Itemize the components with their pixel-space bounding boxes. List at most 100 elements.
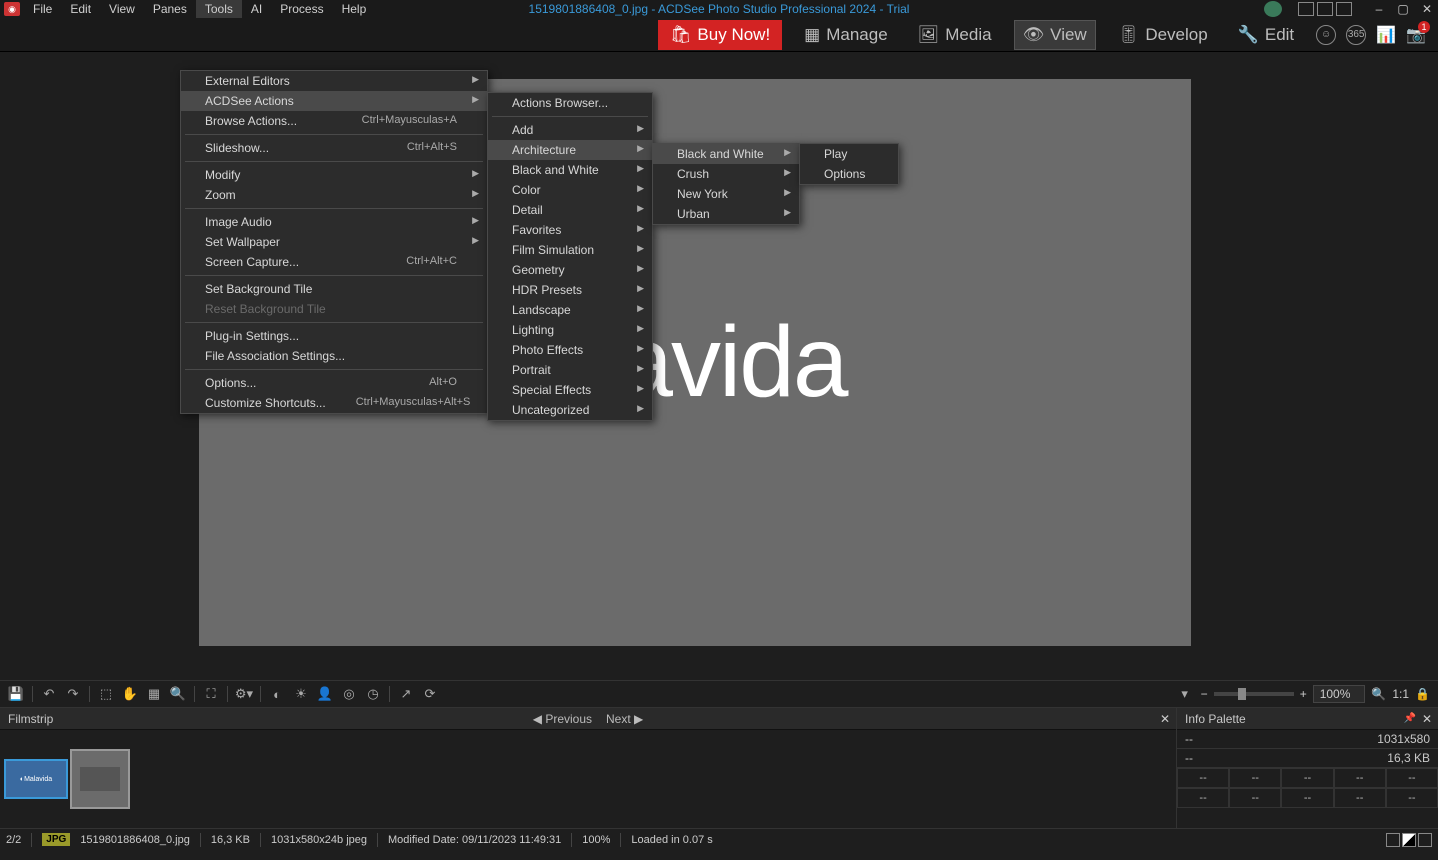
actions-menu-item-6[interactable]: Detail▶: [488, 200, 652, 220]
zoom-11-icon[interactable]: 1:1: [1392, 687, 1409, 701]
hand-icon[interactable]: ✋: [122, 686, 138, 702]
menu-view[interactable]: View: [100, 0, 144, 18]
actions-menu-item-12[interactable]: Lighting▶: [488, 320, 652, 340]
actions-menu-item-16[interactable]: Uncategorized▶: [488, 400, 652, 420]
next-button[interactable]: Next ▶: [606, 712, 643, 726]
365-icon[interactable]: 365: [1346, 25, 1366, 45]
status-icon-3[interactable]: [1418, 833, 1432, 847]
mode-edit[interactable]: 🔧Edit: [1230, 21, 1302, 49]
thumbnail-2[interactable]: [70, 749, 130, 809]
arch-menu-item-3[interactable]: Urban▶: [653, 204, 799, 224]
save-icon[interactable]: 💾: [8, 686, 24, 702]
chevron-right-icon: ▶: [637, 283, 644, 294]
maximize-button[interactable]: ▢: [1394, 2, 1412, 16]
target-icon[interactable]: ◎: [341, 686, 357, 702]
tools-menu-item-11[interactable]: Screen Capture...Ctrl+Alt+C: [181, 252, 487, 272]
select-icon[interactable]: ⬚: [98, 686, 114, 702]
people-icon[interactable]: ☺: [1316, 25, 1336, 45]
actions-menu-item-15[interactable]: Special Effects▶: [488, 380, 652, 400]
mode-media[interactable]: 🖼Media: [910, 21, 1000, 49]
histogram-icon[interactable]: 📊: [1376, 25, 1396, 45]
tools-dropdown: External Editors▶ACDSee Actions▶Browse A…: [180, 70, 488, 414]
status-icon-1[interactable]: [1386, 833, 1400, 847]
color-icon[interactable]: ◐: [269, 686, 285, 702]
tools-menu-item-9[interactable]: Image Audio▶: [181, 212, 487, 232]
actions-menu-item-10[interactable]: HDR Presets▶: [488, 280, 652, 300]
status-icon-2[interactable]: [1402, 833, 1416, 847]
clock-icon[interactable]: ◷: [365, 686, 381, 702]
rotate-left-icon[interactable]: ↶: [41, 686, 57, 702]
zoom-in-icon[interactable]: +: [1300, 687, 1307, 701]
arch-menu-item-0[interactable]: Black and White▶: [653, 144, 799, 164]
chevron-right-icon: ▶: [637, 243, 644, 254]
zoom-lock-icon[interactable]: 🔒: [1415, 687, 1430, 701]
menu-tools[interactable]: Tools: [196, 0, 242, 18]
mode-manage[interactable]: ▦Manage: [796, 21, 896, 49]
actions-menu-item-11[interactable]: Landscape▶: [488, 300, 652, 320]
lock-icon[interactable]: ⟳: [422, 686, 438, 702]
actions-menu-item-5[interactable]: Color▶: [488, 180, 652, 200]
actions-menu-item-0[interactable]: Actions Browser...: [488, 93, 652, 113]
fit-icon[interactable]: ⛶: [203, 686, 219, 702]
gear-icon[interactable]: ⚙▾: [236, 686, 252, 702]
menu-help[interactable]: Help: [333, 0, 376, 18]
close-button[interactable]: ✕: [1418, 2, 1436, 16]
tools-menu-item-2[interactable]: Browse Actions...Ctrl+Mayusculas+A: [181, 111, 487, 131]
menubar: File Edit View Panes Tools AI Process He…: [24, 0, 375, 18]
minimize-button[interactable]: –: [1370, 2, 1388, 16]
filmstrip-close-icon[interactable]: ✕: [1160, 712, 1170, 726]
menu-ai[interactable]: AI: [242, 0, 271, 18]
external-icon[interactable]: ↗: [398, 686, 414, 702]
tools-menu-item-4[interactable]: Slideshow...Ctrl+Alt+S: [181, 138, 487, 158]
people-tool-icon[interactable]: 👤: [317, 686, 333, 702]
chevron-right-icon: ▶: [637, 363, 644, 374]
bw-menu-item-1[interactable]: Options: [800, 164, 898, 184]
marquee-icon[interactable]: ▦: [146, 686, 162, 702]
tools-menu-item-1[interactable]: ACDSee Actions▶: [181, 91, 487, 111]
zoom-slider[interactable]: [1214, 692, 1294, 696]
tools-menu-item-16[interactable]: Plug-in Settings...: [181, 326, 487, 346]
chevron-down-icon[interactable]: ▾: [1177, 686, 1193, 702]
actions-menu-item-9[interactable]: Geometry▶: [488, 260, 652, 280]
exposure-icon[interactable]: ☀: [293, 686, 309, 702]
user-avatar-icon[interactable]: [1264, 1, 1282, 17]
bw-menu-item-0[interactable]: Play: [800, 144, 898, 164]
tools-menu-item-20[interactable]: Customize Shortcuts...Ctrl+Mayusculas+Al…: [181, 393, 487, 413]
thumbnail-1[interactable]: ◐Malavida: [6, 761, 66, 797]
actions-menu-item-4[interactable]: Black and White▶: [488, 160, 652, 180]
layout-switcher[interactable]: [1298, 2, 1352, 16]
tools-menu-item-10[interactable]: Set Wallpaper▶: [181, 232, 487, 252]
pin-icon[interactable]: 📌: [1404, 713, 1416, 724]
menu-edit[interactable]: Edit: [61, 0, 100, 18]
zoom-tool-icon[interactable]: 🔍: [170, 686, 186, 702]
mode-develop[interactable]: 🎚Develop: [1110, 21, 1216, 49]
actions-menu-item-7[interactable]: Favorites▶: [488, 220, 652, 240]
arch-menu-item-1[interactable]: Crush▶: [653, 164, 799, 184]
mode-view[interactable]: 👁View: [1014, 20, 1096, 50]
actions-menu-item-13[interactable]: Photo Effects▶: [488, 340, 652, 360]
zoom-out-icon[interactable]: −: [1201, 687, 1208, 701]
buy-now-button[interactable]: 🛍Buy Now!: [658, 20, 782, 50]
menu-panes[interactable]: Panes: [144, 0, 196, 18]
info-palette-close-icon[interactable]: ✕: [1422, 712, 1432, 726]
actions-menu-item-3[interactable]: Architecture▶: [488, 140, 652, 160]
wrench-icon: 🔧: [1238, 25, 1259, 45]
actions-menu-item-2[interactable]: Add▶: [488, 120, 652, 140]
prev-button[interactable]: ◀ Previous: [533, 712, 592, 726]
zoom-percent-dropdown[interactable]: 100%: [1313, 685, 1366, 703]
tools-menu-item-6[interactable]: Modify▶: [181, 165, 487, 185]
zoom-fit-icon[interactable]: 🔍: [1371, 687, 1386, 701]
menu-file[interactable]: File: [24, 0, 61, 18]
status-modified: Modified Date: 09/11/2023 11:49:31: [388, 834, 561, 846]
tools-menu-item-0[interactable]: External Editors▶: [181, 71, 487, 91]
tools-menu-item-19[interactable]: Options...Alt+O: [181, 373, 487, 393]
notifications-icon[interactable]: 📷: [1406, 25, 1426, 45]
tools-menu-item-13[interactable]: Set Background Tile: [181, 279, 487, 299]
tools-menu-item-7[interactable]: Zoom▶: [181, 185, 487, 205]
rotate-right-icon[interactable]: ↷: [65, 686, 81, 702]
arch-menu-item-2[interactable]: New York▶: [653, 184, 799, 204]
menu-process[interactable]: Process: [271, 0, 332, 18]
actions-menu-item-8[interactable]: Film Simulation▶: [488, 240, 652, 260]
actions-menu-item-14[interactable]: Portrait▶: [488, 360, 652, 380]
tools-menu-item-17[interactable]: File Association Settings...: [181, 346, 487, 366]
